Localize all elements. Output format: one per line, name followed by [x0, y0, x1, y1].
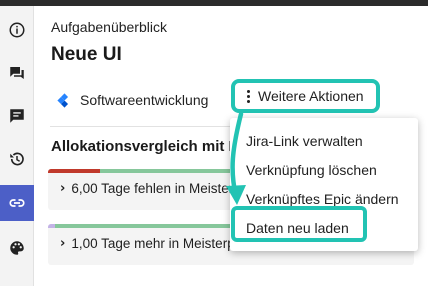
- more-vert-icon: [241, 87, 255, 105]
- palette-icon: [10, 241, 24, 255]
- card-bar-primary: [48, 169, 100, 173]
- project-name: Softwareentwicklung: [80, 92, 209, 108]
- page-label: Aufgabenüberblick: [51, 19, 167, 35]
- menu-item-delete-link[interactable]: Verknüpfung löschen: [230, 157, 418, 183]
- more-actions-button[interactable]: Weitere Aktionen: [231, 79, 380, 113]
- info-icon: [9, 22, 25, 38]
- more-actions-label: Weitere Aktionen: [258, 88, 364, 104]
- card-bar-secondary: [55, 224, 236, 228]
- sidebar-rail: [0, 6, 34, 286]
- section-title: Allokationsvergleich mit Meisterplan: [51, 138, 233, 155]
- jira-software-icon: [57, 92, 69, 108]
- card-text: 1,00 Tage mehr in Meisterplan: [71, 236, 253, 251]
- card-bar-primary: [48, 224, 55, 228]
- link-icon: [9, 199, 25, 207]
- sidebar-item-chat[interactable]: [0, 56, 34, 90]
- chat-icon: [10, 67, 24, 79]
- sidebar-item-theme[interactable]: [0, 231, 34, 265]
- card-text: 6,00 Tage fehlen in Meisterplan: [71, 181, 230, 196]
- sidebar-item-comments[interactable]: [0, 99, 34, 133]
- page-title: Neue UI: [51, 44, 122, 65]
- reload-highlight: [231, 206, 367, 242]
- sidebar-item-info[interactable]: [0, 13, 34, 47]
- project-link[interactable]: Softwareentwicklung: [56, 90, 208, 110]
- comment-icon: [10, 109, 24, 123]
- menu-item-manage-jira-link[interactable]: Jira-Link verwalten: [230, 128, 418, 154]
- divider: [50, 126, 230, 127]
- card-row: › 6,00 Tage fehlen in Meisterplan: [60, 181, 230, 196]
- chevron-right-icon: ›: [60, 236, 66, 251]
- sidebar-item-history[interactable]: [0, 142, 34, 176]
- chevron-right-icon: ›: [60, 181, 66, 196]
- card-bar-secondary: [100, 169, 236, 173]
- history-icon: [10, 152, 24, 166]
- main-panel: Aufgabenüberblick Neue UI Softwareentwic…: [35, 6, 428, 286]
- sidebar-item-links[interactable]: [0, 185, 34, 221]
